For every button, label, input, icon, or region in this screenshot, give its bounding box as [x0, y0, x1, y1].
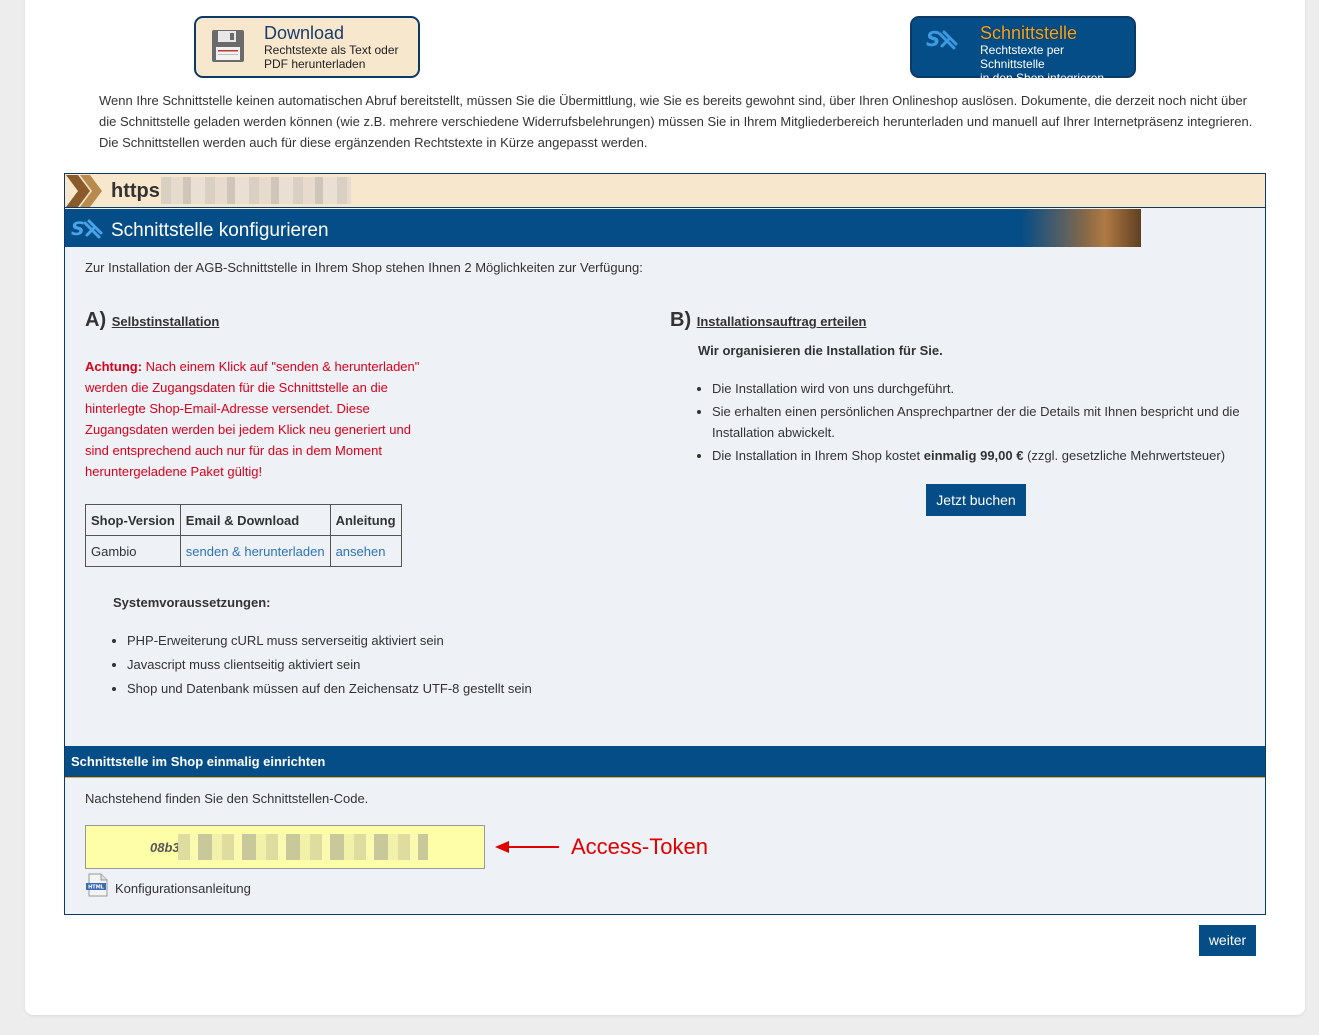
- section-a-title: Selbstinstallation: [111, 314, 220, 329]
- arrow-left-icon: [495, 841, 559, 853]
- list-item: Sie erhalten einen persönlichen Ansprech…: [712, 401, 1262, 443]
- send-download-link[interactable]: senden & herunterladen: [186, 544, 325, 559]
- installation-benefits-list: Die Installation wird von uns durchgefüh…: [672, 378, 1262, 468]
- intro-text: Wenn Ihre Schnittstelle keinen automatis…: [99, 93, 1253, 150]
- warning-label: Achtung:: [85, 359, 143, 374]
- interface-tile-line1: Rechtstexte per Schnittstelle: [980, 43, 1065, 71]
- price-post: (zzgl. gesetzliche Mehrwertsteuer): [1023, 448, 1226, 463]
- download-tile-line2: PDF herunterladen: [264, 57, 366, 71]
- html-file-icon-label: HTML: [88, 885, 105, 891]
- manual-cell: ansehen: [329, 535, 402, 567]
- requirements-heading: Systemvoraussetzungen:: [113, 595, 271, 610]
- interface-tile-line2: in den Shop integrieren: [980, 71, 1105, 85]
- interface-tile-title: Schnittstelle: [980, 23, 1078, 43]
- list-item: Die Installation wird von uns durchgefüh…: [712, 378, 1262, 399]
- download-table: Shop-Version Email & Download Anleitung …: [85, 504, 402, 567]
- table-header-shop-version: Shop-Version: [85, 504, 181, 536]
- view-manual-link[interactable]: ansehen: [336, 544, 386, 559]
- redacted-url: [161, 177, 351, 204]
- section-b-letter: B): [670, 309, 692, 331]
- download-cell: senden & herunterladen: [179, 535, 331, 567]
- svg-text:S: S: [926, 27, 940, 51]
- list-item: PHP-Erweiterung cURL muss serverseitig a…: [127, 629, 647, 653]
- next-button[interactable]: weiter: [1199, 925, 1256, 956]
- configure-panel: S Schnittstelle konfigurieren Zur Instal…: [64, 208, 1266, 915]
- access-token-prefix: 08b3: [150, 840, 180, 855]
- table-row: Gambio senden & herunterladen ansehen: [85, 535, 402, 567]
- interface-tile-button[interactable]: S Schnittstelle Rechtstexte per Schnitts…: [910, 16, 1136, 85]
- configure-panel-title: Schnittstelle konfigurieren: [111, 220, 329, 241]
- list-item: Shop und Datenbank müssen auf den Zeiche…: [127, 677, 647, 701]
- price-pre: Die Installation in Ihrem Shop kostet: [712, 448, 924, 463]
- access-token-field[interactable]: 08b3: [85, 825, 485, 869]
- table-header-row: Shop-Version Email & Download Anleitung: [85, 504, 402, 536]
- warning-text: Achtung: Nach einem Klick auf "senden & …: [85, 356, 430, 482]
- shop-url-bar: https: [64, 173, 1266, 208]
- shop-interface-icon: S: [71, 218, 103, 240]
- warning-body: Nach einem Klick auf "senden & herunterl…: [85, 359, 420, 479]
- shop-version-cell: Gambio: [85, 535, 181, 567]
- shop-url-prefix: https: [111, 180, 160, 202]
- download-tile-button[interactable]: Download Rechtstexte als Text oder PDF h…: [194, 16, 420, 78]
- section-a-letter: A): [85, 309, 107, 331]
- setup-header: Schnittstelle im Shop einmalig einrichte…: [65, 746, 1265, 777]
- svg-text:S: S: [71, 218, 85, 240]
- chevron-arrows-icon: [66, 175, 102, 207]
- setup-header-divider: [65, 777, 1265, 778]
- price-amount: einmalig 99,00 €: [923, 448, 1024, 463]
- requirements-list: PHP-Erweiterung cURL muss serverseitig a…: [87, 629, 647, 701]
- configure-panel-header: S Schnittstelle konfigurieren: [65, 209, 1141, 247]
- section-b-subtitle: Wir organisieren die Installation für Si…: [698, 343, 943, 358]
- floppy-disk-icon: [212, 30, 244, 62]
- section-b-title: Installationsauftrag erteilen: [696, 314, 867, 329]
- configuration-manual-label: Konfigurationsanleitung: [115, 881, 251, 896]
- redacted-token: [178, 834, 428, 860]
- section-b-heading: B) Installationsauftrag erteilen: [670, 309, 867, 332]
- list-item: Die Installation in Ihrem Shop kostet ei…: [712, 445, 1262, 466]
- code-info-text: Nachstehend finden Sie den Schnittstelle…: [85, 791, 369, 806]
- download-tile-line1: Rechtstexte als Text oder: [264, 43, 399, 57]
- list-item: Javascript muss clientseitig aktiviert s…: [127, 653, 647, 677]
- panel-intro: Zur Installation der AGB-Schnittstelle i…: [85, 260, 643, 275]
- table-header-manual: Anleitung: [329, 504, 402, 536]
- access-token-annotation: Access-Token: [571, 834, 708, 859]
- section-a-heading: A) Selbstinstallation: [85, 309, 219, 332]
- html-file-icon: HTML: [86, 873, 108, 897]
- download-tile-title: Download: [264, 23, 345, 43]
- setup-title: Schnittstelle im Shop einmalig einrichte…: [71, 754, 326, 769]
- gavel-banner-image: [1021, 209, 1141, 247]
- table-header-email-download: Email & Download: [179, 504, 331, 536]
- book-now-button[interactable]: Jetzt buchen: [926, 484, 1026, 516]
- shop-interface-icon: S: [926, 27, 958, 51]
